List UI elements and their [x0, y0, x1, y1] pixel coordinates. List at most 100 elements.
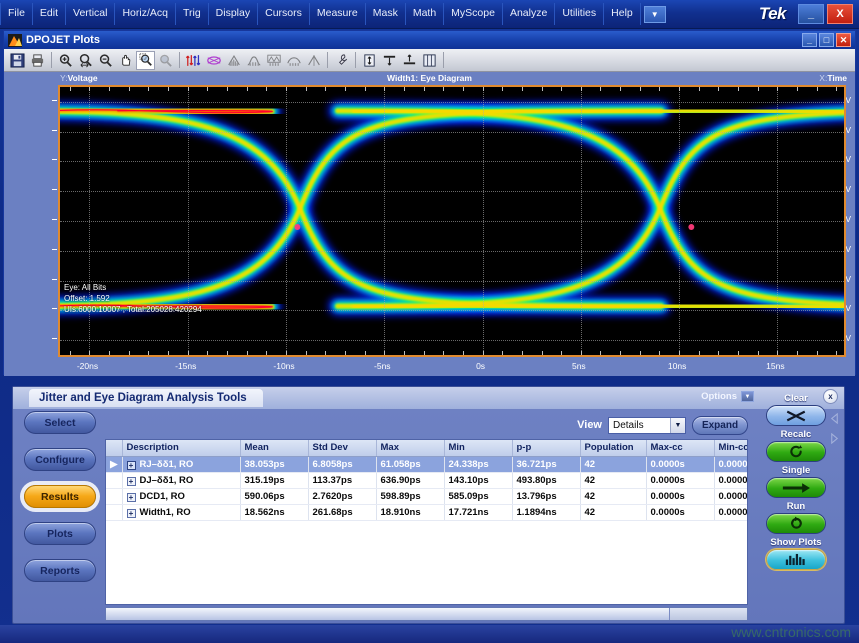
table-row[interactable]: +Width1, RO18.562ns261.68ps18.910ns17.72… — [106, 504, 748, 520]
time-trend-icon[interactable] — [284, 51, 303, 70]
expand-row-icon[interactable]: + — [127, 461, 136, 470]
triangle-right-icon[interactable] — [829, 431, 840, 449]
menu-item-display[interactable]: Display — [209, 3, 258, 25]
expand-row-icon[interactable]: + — [127, 477, 136, 486]
axis-minor-tick — [836, 351, 837, 355]
save-icon[interactable] — [8, 51, 27, 70]
eye-diagram-canvas[interactable]: Eye: All Bits Offset: 1.592 UIs:6000:100… — [58, 85, 846, 357]
measure-icon[interactable] — [400, 51, 419, 70]
cell-value: 590.06ps — [240, 488, 308, 504]
show-plots-button[interactable] — [766, 549, 826, 570]
menu-item-help[interactable]: Help — [604, 3, 641, 25]
bathtub-icon[interactable] — [244, 51, 263, 70]
nav-button-configure[interactable]: Configure — [24, 448, 96, 471]
column-header-std-dev[interactable]: Std Dev — [308, 440, 376, 456]
x-axis-tick-label: -20ns — [77, 361, 98, 371]
table-row[interactable]: +DCD1, RO590.06ps2.7620ps598.89ps585.09p… — [106, 488, 748, 504]
scope-minimize-button[interactable]: _ — [798, 4, 824, 24]
cell-value: 36.721ps — [512, 456, 580, 472]
expand-row-icon[interactable]: + — [127, 493, 136, 502]
menu-item-vertical[interactable]: Vertical — [66, 3, 115, 25]
zoom-box-icon[interactable] — [136, 51, 155, 70]
dpojet-maximize-button[interactable]: □ — [819, 33, 834, 47]
results-table-container[interactable]: DescriptionMeanStd DevMaxMinp-pPopulatio… — [105, 439, 748, 605]
results-horizontal-scrollbar[interactable] — [105, 607, 748, 621]
clear-button[interactable] — [766, 405, 826, 426]
cell-value: 17.721ns — [444, 504, 512, 520]
menu-item-trig[interactable]: Trig — [176, 3, 209, 25]
view-label: View — [577, 419, 602, 431]
column-header-population[interactable]: Population — [580, 440, 646, 456]
scrollbar-thumb[interactable] — [106, 608, 670, 620]
row-selection-indicator: ▶ — [106, 456, 122, 472]
menu-item-file[interactable]: File — [0, 3, 33, 25]
menu-item-edit[interactable]: Edit — [33, 3, 66, 25]
recalc-button[interactable] — [766, 441, 826, 462]
column-header-min[interactable]: Min — [444, 440, 512, 456]
table-row[interactable]: ▶+RJ–δδ1, RO38.053ps6.8058ps61.058ps24.3… — [106, 456, 748, 472]
chevron-down-icon[interactable]: ▼ — [644, 6, 666, 23]
pan-hand-icon[interactable] — [116, 51, 135, 70]
scope-close-button[interactable]: X — [827, 4, 853, 24]
menu-item-analyze[interactable]: Analyze — [503, 3, 555, 25]
nav-button-reports[interactable]: Reports — [24, 559, 96, 582]
zoom-out-icon[interactable] — [96, 51, 115, 70]
menu-item-measure[interactable]: Measure — [310, 3, 366, 25]
dpojet-close-button[interactable]: ✕ — [836, 33, 851, 47]
menu-item-math[interactable]: Math — [406, 3, 444, 25]
zoom-fit-icon[interactable] — [76, 51, 95, 70]
menu-item-cursors[interactable]: Cursors — [258, 3, 310, 25]
panel-close-button[interactable]: x — [823, 389, 838, 404]
column-header-p-p[interactable]: p-p — [512, 440, 580, 456]
column-header-max[interactable]: Max — [376, 440, 444, 456]
dpojet-minimize-button[interactable]: _ — [802, 33, 817, 47]
nav-button-results[interactable]: Results — [24, 485, 96, 508]
x-axis-tick-label: -10ns — [273, 361, 294, 371]
axis-minor-tick — [286, 351, 287, 355]
vertical-cursor-icon[interactable] — [360, 51, 379, 70]
menu-item-utilities[interactable]: Utilities — [555, 3, 604, 25]
column-header-description[interactable]: Description — [122, 440, 240, 456]
expand-button[interactable]: Expand — [692, 416, 748, 435]
action-button-rail: x Clear Recalc Single Run — [748, 387, 844, 623]
column-header-min-cc[interactable]: Min-cc — [714, 440, 748, 456]
gridline-horizontal — [60, 102, 844, 103]
column-header-max-cc[interactable]: Max-cc — [646, 440, 714, 456]
eye-diagram-icon[interactable] — [204, 51, 223, 70]
horizontal-cursor-icon[interactable] — [380, 51, 399, 70]
axis-minor-tick — [758, 351, 759, 355]
panel-nav-rail: Select Configure Results Plots Reports — [19, 411, 101, 619]
axis-minor-tick — [168, 87, 169, 91]
menu-item-horiz-acq[interactable]: Horiz/Acq — [115, 3, 176, 25]
settings-wrench-icon[interactable] — [332, 51, 351, 70]
zoom-in-icon[interactable] — [56, 51, 75, 70]
axis-minor-tick — [247, 87, 248, 91]
y-axis-tick-mark — [52, 219, 57, 220]
gridline-horizontal — [60, 191, 844, 192]
cell-value: 13.796ps — [512, 488, 580, 504]
table-row[interactable]: +DJ–δδ1, RO315.19ps113.37ps636.90ps143.1… — [106, 472, 748, 488]
y-axis-tick-mark — [52, 308, 57, 309]
hist-vertical-icon[interactable] — [304, 51, 323, 70]
single-button[interactable] — [766, 477, 826, 498]
options-menu[interactable]: Options ▼ — [701, 391, 754, 402]
cell-value: 0.0000s — [646, 488, 714, 504]
axis-minor-tick — [443, 87, 444, 91]
zoom-region-icon[interactable] — [156, 51, 175, 70]
triangle-left-icon[interactable] — [829, 411, 840, 429]
waveform-icon[interactable] — [184, 51, 203, 70]
nav-button-plots[interactable]: Plots — [24, 522, 96, 545]
nav-button-select[interactable]: Select — [24, 411, 96, 434]
dpojet-title-bar[interactable]: DPOJET Plots _ □ ✕ — [4, 31, 855, 49]
column-header-mean[interactable]: Mean — [240, 440, 308, 456]
print-icon[interactable] — [28, 51, 47, 70]
spectrum-icon[interactable] — [264, 51, 283, 70]
menu-item-myscope[interactable]: MyScope — [444, 3, 503, 25]
chevron-down-icon[interactable]: ▼ — [670, 418, 685, 433]
run-button[interactable] — [766, 513, 826, 534]
expand-row-icon[interactable]: + — [127, 509, 136, 518]
menu-item-mask[interactable]: Mask — [366, 3, 406, 25]
grid-icon[interactable] — [420, 51, 439, 70]
view-select[interactable]: Details ▼ — [608, 417, 686, 434]
histogram-icon[interactable] — [224, 51, 243, 70]
